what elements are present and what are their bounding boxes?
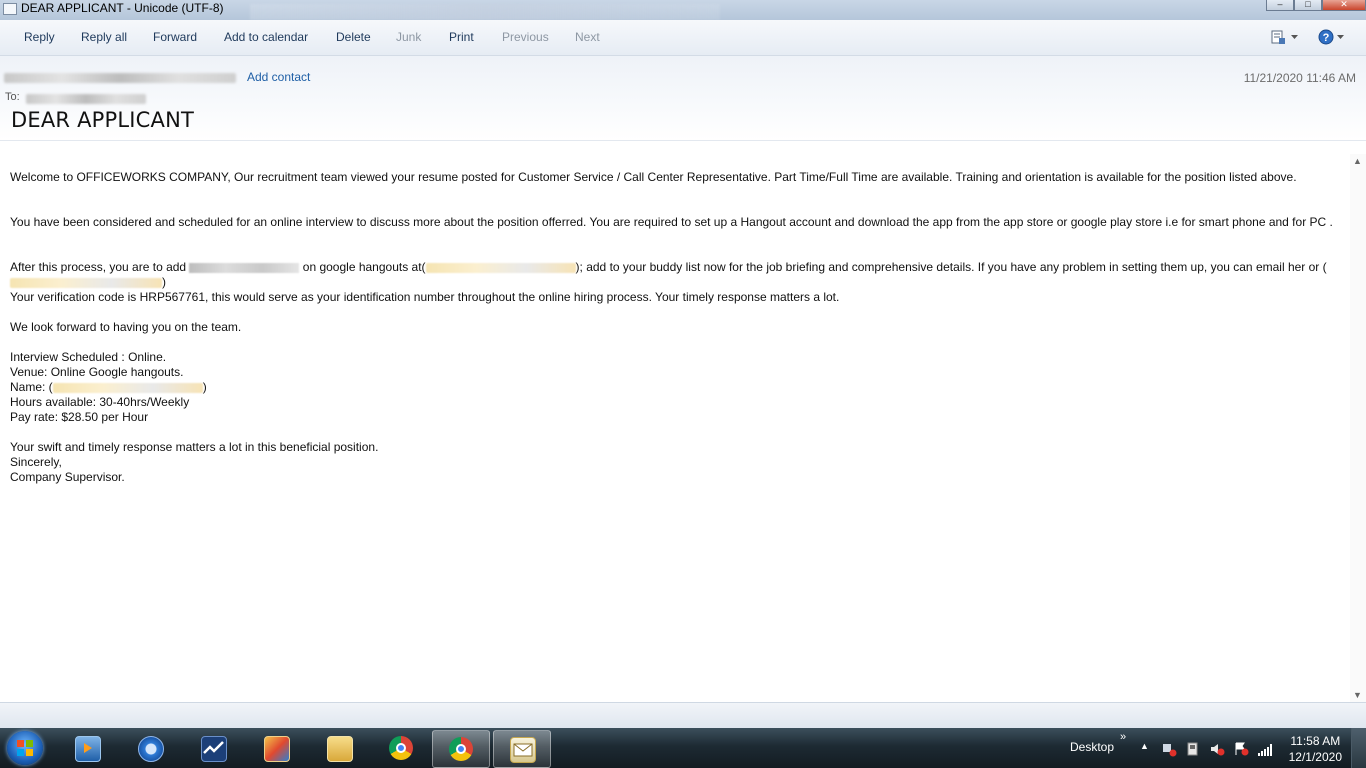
- chrome-outline-icon: [138, 736, 164, 762]
- chrome-active-icon: [449, 737, 473, 761]
- window-title: DEAR APPLICANT - Unicode (UTF-8): [21, 1, 224, 15]
- svg-text:?: ?: [1323, 32, 1330, 44]
- encoding-icon[interactable]: [1271, 29, 1287, 45]
- maximize-button[interactable]: □: [1294, 0, 1322, 11]
- reply-all-button[interactable]: Reply all: [81, 30, 127, 44]
- desktop-toolbar-label[interactable]: Desktop: [1070, 740, 1114, 754]
- chrome-icon: [389, 736, 413, 760]
- scroll-down-arrow-icon[interactable]: ▼: [1353, 690, 1362, 700]
- contact-email-redacted[interactable]: [10, 277, 162, 288]
- close-button[interactable]: ✕: [1322, 0, 1366, 11]
- show-desktop-button[interactable]: [1351, 728, 1366, 768]
- action-center-flag-icon[interactable]: [1233, 741, 1249, 757]
- forward-button[interactable]: Forward: [153, 30, 197, 44]
- message-body: Welcome to OFFICEWORKS COMPANY, Our recr…: [0, 154, 1350, 702]
- print-button[interactable]: Print: [449, 30, 474, 44]
- hangouts-email-redacted[interactable]: [425, 262, 576, 273]
- interview-scheduled-line: Interview Scheduled : Online.: [10, 350, 167, 364]
- message-header: Add contact 11/21/2020 11:46 AM To: DEAR…: [0, 56, 1366, 141]
- show-hidden-icons-arrow-icon[interactable]: ▲: [1140, 741, 1149, 751]
- name-line: Name: (): [10, 380, 207, 394]
- windows-logo-icon: [17, 740, 33, 756]
- to-label: To:: [5, 91, 20, 103]
- sincerely-line: Sincerely,: [10, 455, 62, 469]
- help-icon[interactable]: ?: [1318, 29, 1334, 45]
- taskbar-chrome-active[interactable]: [432, 730, 490, 768]
- wifi-signal-icon[interactable]: [1257, 741, 1273, 757]
- signature-line: Company Supervisor.: [10, 470, 125, 484]
- volume-muted-icon[interactable]: [1209, 741, 1225, 757]
- body-paragraph-welcome: Welcome to OFFICEWORKS COMPANY, Our recr…: [10, 170, 1297, 184]
- recipient-address-redacted: [26, 94, 146, 104]
- previous-button[interactable]: Previous: [502, 30, 549, 44]
- window-bottom-frame: [0, 702, 1366, 729]
- contact-name-redacted: [189, 262, 300, 273]
- taskbar-stocks-app[interactable]: [185, 730, 241, 766]
- taskbar-paint-app[interactable]: [248, 730, 304, 766]
- chevron-down-icon[interactable]: [1291, 35, 1298, 40]
- delete-button[interactable]: Delete: [336, 30, 371, 44]
- windows-live-mail-icon: [510, 737, 536, 763]
- message-subject: DEAR APPLICANT: [11, 108, 195, 132]
- junk-button[interactable]: Junk: [396, 30, 421, 44]
- windows-taskbar: Desktop » ▲ 11:58 AM 12/1/2020: [0, 728, 1366, 768]
- window-controls: – □ ✕: [1266, 0, 1366, 11]
- taskbar-file-explorer[interactable]: [311, 730, 367, 766]
- name-email-redacted[interactable]: [52, 382, 203, 393]
- mail-window-icon: [3, 3, 17, 15]
- body-paragraph-team: We look forward to having you on the tea…: [10, 320, 242, 334]
- sender-address-redacted: [4, 73, 236, 83]
- stocks-app-icon: [201, 736, 227, 762]
- reply-button[interactable]: Reply: [24, 30, 55, 44]
- media-player-icon: [75, 736, 101, 762]
- paint-app-icon: [264, 736, 290, 762]
- body-paragraph-verification: Your verification code is HRP567761, thi…: [10, 290, 840, 304]
- system-clock[interactable]: 11:58 AM 12/1/2020: [1289, 733, 1342, 765]
- venue-line: Venue: Online Google hangouts.: [10, 365, 184, 379]
- start-button[interactable]: [7, 731, 43, 765]
- toolbar-expand-chevron[interactable]: »: [1120, 731, 1126, 743]
- add-to-calendar-button[interactable]: Add to calendar: [224, 30, 308, 44]
- vertical-scrollbar[interactable]: ▲ ▼: [1350, 154, 1366, 702]
- add-contact-link[interactable]: Add contact: [247, 70, 310, 84]
- title-bar: DEAR APPLICANT - Unicode (UTF-8) – □ ✕: [0, 0, 1366, 20]
- clock-time: 11:58 AM: [1290, 734, 1341, 748]
- minimize-button[interactable]: –: [1266, 0, 1294, 11]
- taskbar-chrome-outline[interactable]: [122, 730, 178, 766]
- body-paragraph-instructions: After this process, you are to add on go…: [10, 260, 1327, 289]
- chevron-down-icon[interactable]: [1337, 35, 1344, 40]
- clock-date: 12/1/2020: [1288, 750, 1342, 764]
- background-windows-blur: [250, 4, 720, 20]
- pay-rate-line: Pay rate: $28.50 per Hour: [10, 410, 149, 424]
- hours-line: Hours available: 30-40hrs/Weekly: [10, 395, 190, 409]
- scroll-up-arrow-icon[interactable]: ▲: [1353, 156, 1362, 166]
- taskbar-windows-live-mail[interactable]: [493, 730, 551, 768]
- taskbar-chrome[interactable]: [373, 730, 429, 766]
- safely-remove-hardware-icon[interactable]: [1185, 741, 1201, 757]
- body-paragraph-interview: You have been considered and scheduled f…: [10, 215, 1333, 229]
- file-explorer-icon: [327, 736, 353, 762]
- taskbar-media-player[interactable]: [59, 730, 115, 766]
- network-adapter-icon[interactable]: [1161, 741, 1177, 757]
- message-date: 11/21/2020 11:46 AM: [1243, 71, 1356, 85]
- next-button[interactable]: Next: [575, 30, 600, 44]
- message-toolbar: Reply Reply all Forward Add to calendar …: [0, 20, 1366, 56]
- body-paragraph-closing: Your swift and timely response matters a…: [10, 440, 379, 454]
